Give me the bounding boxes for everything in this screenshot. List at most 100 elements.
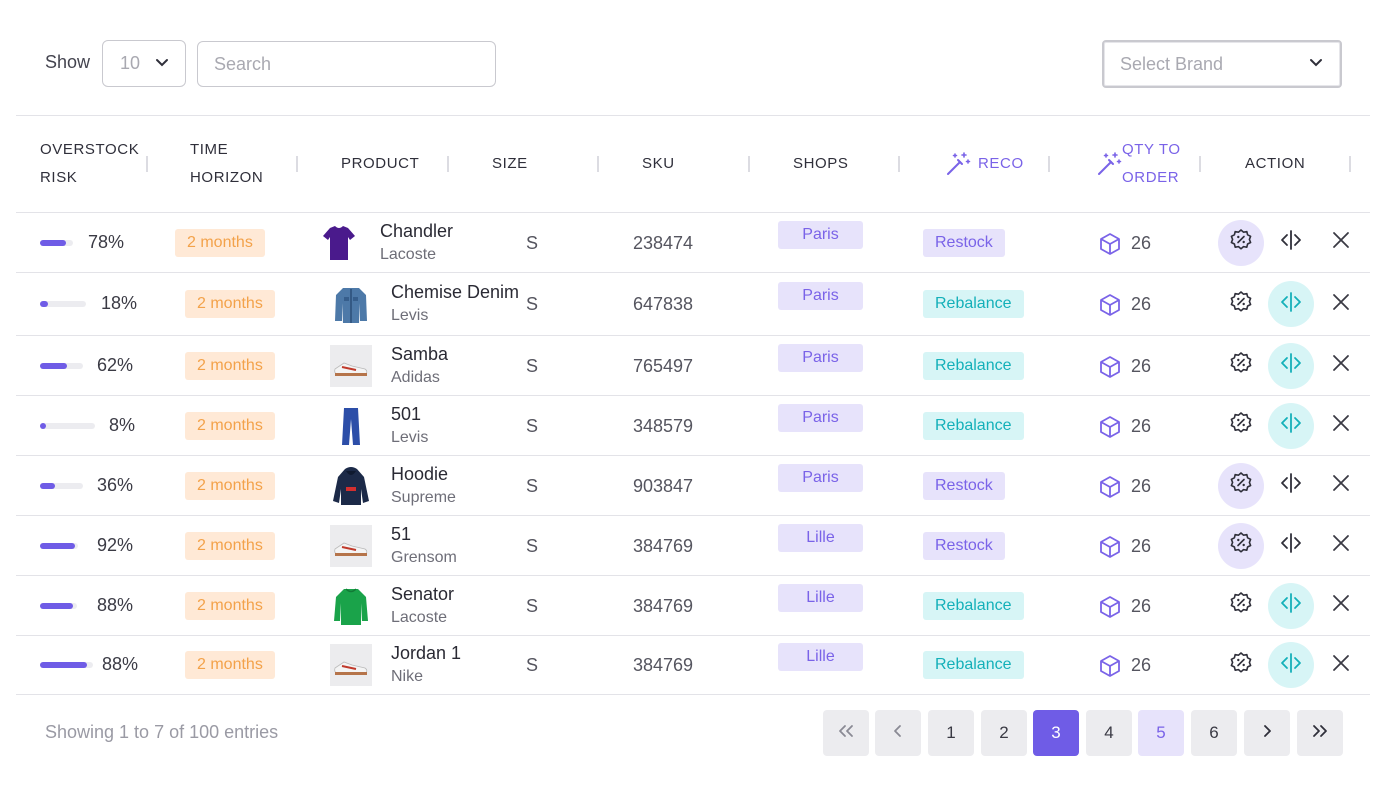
split-button[interactable] bbox=[1268, 402, 1314, 449]
chevron-down-icon bbox=[1310, 59, 1322, 67]
product-name[interactable]: Senator bbox=[391, 584, 454, 605]
shop-badge: Paris bbox=[778, 463, 863, 492]
split-button[interactable] bbox=[1268, 523, 1314, 569]
col-overstock-risk[interactable]: OVERSTOCK RISK bbox=[40, 136, 139, 192]
overstock-risk-value: 62% bbox=[97, 354, 134, 375]
page-1-button[interactable]: 1 bbox=[928, 710, 974, 756]
product-name[interactable]: Chemise Denim bbox=[391, 282, 519, 303]
col-reco-label: RECO bbox=[978, 155, 1024, 172]
split-button[interactable] bbox=[1268, 342, 1314, 389]
split-arrows-icon bbox=[1279, 531, 1303, 560]
col-product[interactable]: PRODUCT bbox=[341, 150, 419, 178]
product-name[interactable]: Hoodie bbox=[391, 464, 448, 485]
close-icon bbox=[1331, 413, 1351, 438]
time-horizon-badge: 2 months bbox=[185, 290, 275, 318]
remove-button[interactable] bbox=[1318, 463, 1364, 509]
split-button[interactable] bbox=[1268, 220, 1314, 266]
remove-button[interactable] bbox=[1318, 281, 1364, 327]
page-6-button[interactable]: 6 bbox=[1191, 710, 1237, 756]
overstock-risk-value: 92% bbox=[97, 534, 134, 555]
table-row[interactable]: 78% 2 months Chandler Lacoste S 238474 Paris Re… bbox=[16, 213, 1370, 272]
last-page-button[interactable] bbox=[1297, 710, 1343, 756]
table-row[interactable]: 88% 2 months Jordan 1 Nike S 384769 Lille Rebal… bbox=[16, 636, 1370, 694]
time-horizon-badge: 2 months bbox=[185, 651, 275, 679]
product-name[interactable]: 51 bbox=[391, 524, 411, 545]
product-name[interactable]: Samba bbox=[391, 344, 448, 365]
overstock-risk-bar bbox=[40, 602, 77, 609]
row-divider bbox=[16, 694, 1370, 695]
product-name[interactable]: 501 bbox=[391, 404, 421, 425]
qty-to-order-value: 26 bbox=[1131, 355, 1152, 376]
col-qty-to-order-label: QTY TO ORDER bbox=[1122, 141, 1181, 186]
product-name[interactable]: Chandler bbox=[380, 221, 453, 242]
page-4-button[interactable]: 4 bbox=[1086, 710, 1132, 756]
column-divider bbox=[447, 156, 449, 172]
prev-page-button[interactable] bbox=[875, 710, 921, 756]
size-value: S bbox=[526, 655, 539, 675]
remove-button[interactable] bbox=[1318, 220, 1364, 266]
remove-button[interactable] bbox=[1318, 343, 1364, 389]
overstock-risk-fill bbox=[40, 542, 75, 549]
table-row[interactable]: 8% 2 months 501 Levis S 348579 Paris Rebalance 2… bbox=[16, 396, 1370, 455]
time-horizon-badge: 2 months bbox=[175, 228, 265, 257]
page-3-button[interactable]: 3 bbox=[1033, 710, 1079, 756]
table-row[interactable]: 18% 2 months Chemise Denim Levis S 647838 Pari… bbox=[16, 273, 1370, 335]
remove-button[interactable] bbox=[1318, 403, 1364, 449]
remove-button[interactable] bbox=[1318, 523, 1364, 569]
product-name[interactable]: Jordan 1 bbox=[391, 643, 461, 664]
col-shops[interactable]: SHOPS bbox=[793, 150, 849, 178]
table-row[interactable]: 62% 2 months Samba Adidas S 765497 Paris Rebala… bbox=[16, 336, 1370, 395]
column-divider bbox=[1349, 156, 1351, 172]
col-sku[interactable]: SKU bbox=[642, 150, 675, 178]
time-horizon-badge: 2 months bbox=[185, 531, 275, 560]
size-value: S bbox=[526, 535, 539, 556]
table-row[interactable]: 92% 2 months 51 Grensom S 384769 Lille Restock 2… bbox=[16, 516, 1370, 575]
optimize-button[interactable] bbox=[1218, 642, 1264, 688]
size-value: S bbox=[526, 475, 539, 496]
tshirt-icon bbox=[318, 222, 360, 264]
time-horizon-badge: 2 months bbox=[185, 351, 275, 380]
product-brand: Nike bbox=[391, 668, 424, 685]
remove-button[interactable] bbox=[1318, 583, 1364, 629]
optimize-button[interactable] bbox=[1218, 522, 1264, 569]
optimize-button[interactable] bbox=[1218, 343, 1264, 389]
first-page-button[interactable] bbox=[823, 710, 869, 756]
shop-badge: Paris bbox=[778, 220, 863, 249]
remove-button[interactable] bbox=[1318, 642, 1364, 688]
optimize-button[interactable] bbox=[1218, 462, 1264, 509]
optimize-button[interactable] bbox=[1218, 583, 1264, 629]
table-row[interactable]: 36% 2 months Hoodie Supreme S 903847 Paris Rest… bbox=[16, 456, 1370, 515]
header-top-divider bbox=[16, 115, 1370, 116]
sku-value: 384769 bbox=[633, 655, 694, 675]
column-divider bbox=[748, 156, 750, 172]
col-time-horizon[interactable]: TIME HORIZON bbox=[190, 136, 263, 192]
optimize-button[interactable] bbox=[1218, 219, 1264, 266]
shop-badge: Lille bbox=[778, 523, 863, 552]
table-row[interactable]: 88% 2 months Senator Lacoste S 384769 Lille Reb… bbox=[16, 576, 1370, 635]
col-size[interactable]: SIZE bbox=[492, 150, 528, 178]
box-icon bbox=[1098, 355, 1122, 384]
box-icon bbox=[1098, 415, 1122, 444]
optimize-button[interactable] bbox=[1218, 281, 1264, 327]
page-2-button[interactable]: 2 bbox=[981, 710, 1027, 756]
magic-wand-icon bbox=[947, 152, 971, 175]
product-brand: Grensom bbox=[391, 548, 457, 566]
close-icon bbox=[1331, 230, 1351, 255]
page-size-select[interactable]: 10 bbox=[102, 40, 186, 87]
page-5-button[interactable]: 5 bbox=[1138, 710, 1184, 756]
box-icon bbox=[1098, 232, 1122, 261]
split-button[interactable] bbox=[1268, 281, 1314, 327]
split-button[interactable] bbox=[1268, 582, 1314, 629]
chevron-down-icon bbox=[156, 59, 168, 67]
overstock-risk-bar bbox=[40, 542, 78, 549]
product-brand: Levis bbox=[391, 428, 429, 446]
optimize-button[interactable] bbox=[1218, 403, 1264, 449]
size-value: S bbox=[526, 232, 539, 253]
next-page-button[interactable] bbox=[1244, 710, 1290, 756]
split-button[interactable] bbox=[1268, 463, 1314, 509]
box-icon bbox=[1098, 654, 1122, 683]
split-button[interactable] bbox=[1268, 642, 1314, 688]
search-input[interactable]: Search bbox=[197, 41, 496, 87]
overstock-risk-fill bbox=[40, 662, 87, 668]
brand-select[interactable]: Select Brand bbox=[1102, 40, 1342, 88]
